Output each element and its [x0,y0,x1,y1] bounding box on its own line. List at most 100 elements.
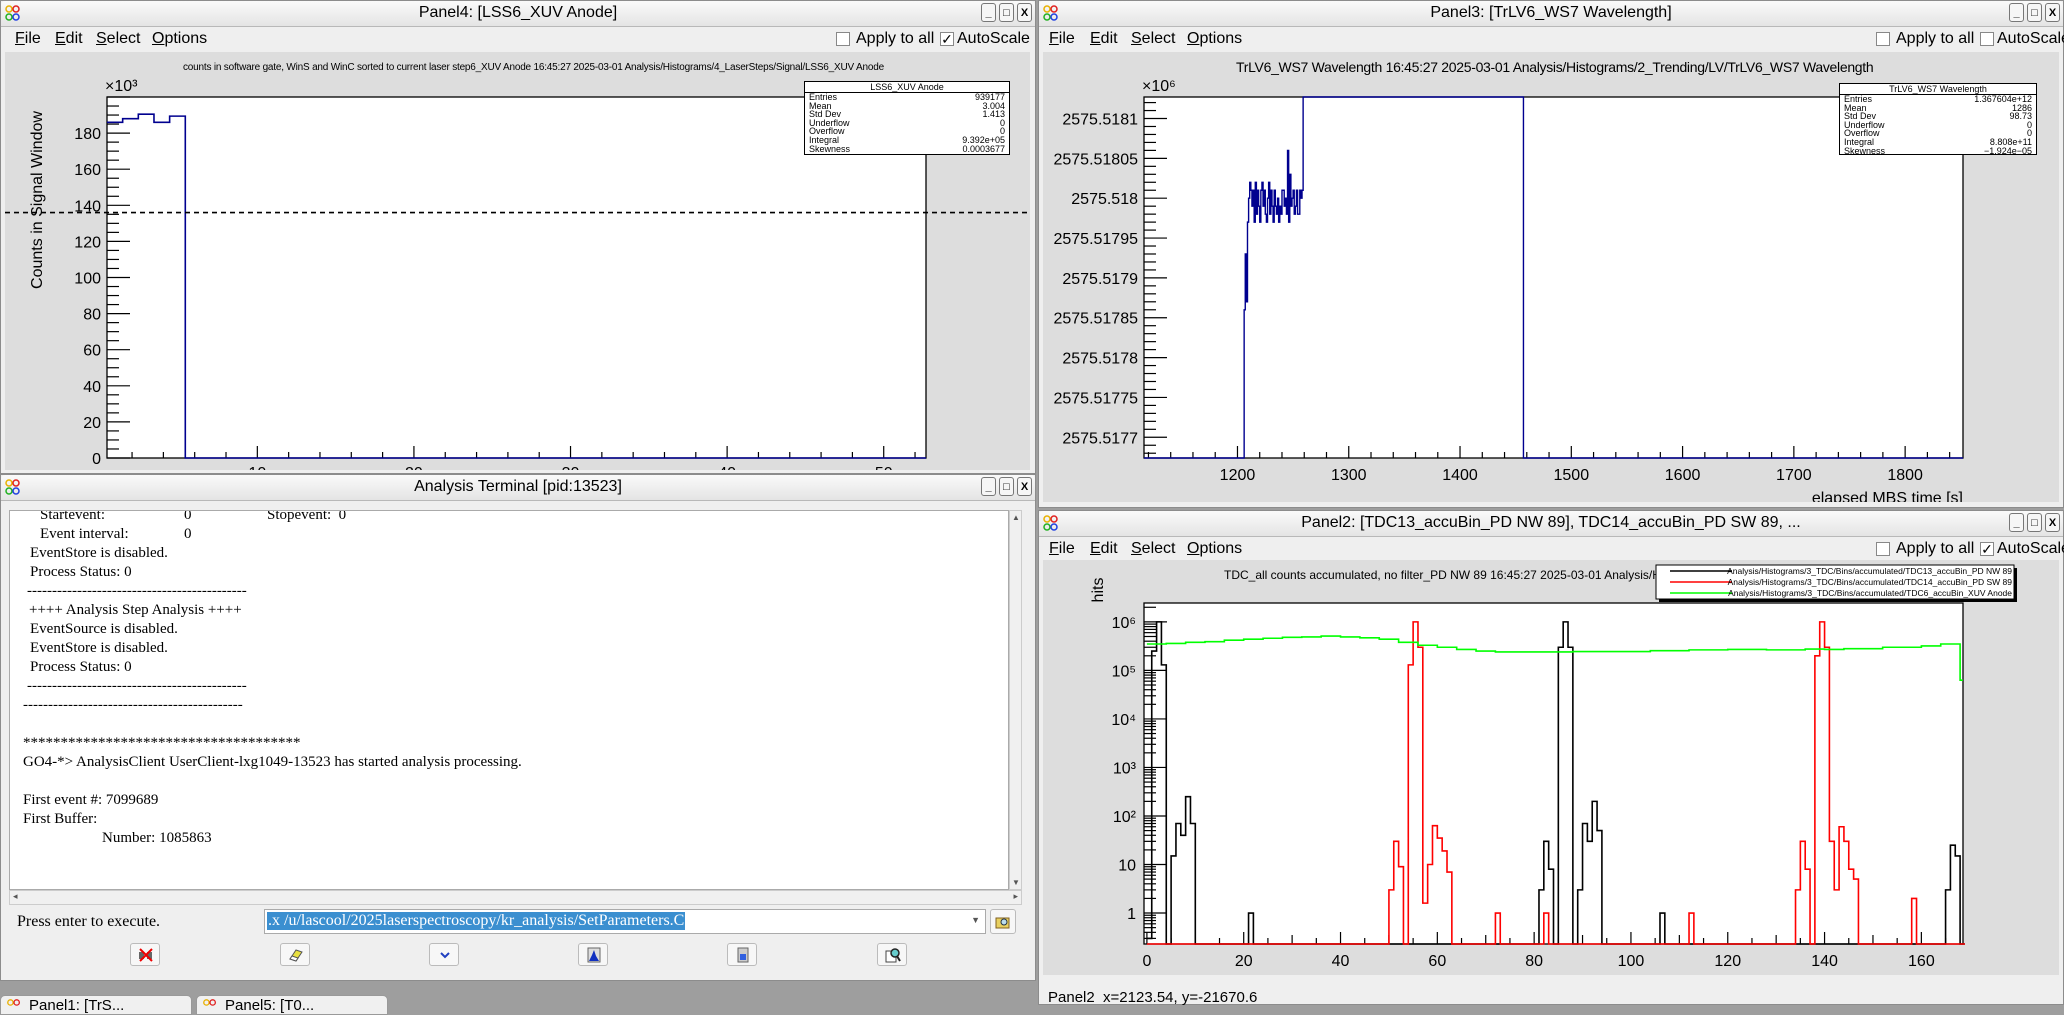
browse-macro-button[interactable] [990,909,1016,934]
x-axis-label: elapsed MBS time [s] [1812,490,1963,502]
terminal-line-field: Event interval: [40,526,129,542]
maximize-button[interactable]: □ [2027,3,2042,22]
canvas-title: counts in software gate, WinS and WinC s… [183,62,884,73]
minimize-button[interactable]: _ [2009,3,2024,22]
menu-edit[interactable]: Edit [1090,540,1118,558]
autoscale-checkbox[interactable]: ✓ [940,32,954,46]
y-multiplier-label: ×10³ [105,78,138,95]
command-input[interactable]: .x /u/lascool/2025laserspectroscopy/kr_a… [267,912,686,930]
menu-options[interactable]: Options [1187,540,1242,558]
close-button[interactable]: X [2045,3,2060,22]
inspect-button[interactable] [877,943,907,966]
menu-file[interactable]: File [1049,540,1075,558]
minimized-title: Panel5: [T0... [225,997,315,1014]
terminal-line: Number: 1085863 [102,830,212,846]
menu-select[interactable]: Select [1131,30,1175,48]
autoscale-label: AutoScale [1997,540,2064,557]
minimize-button[interactable]: _ [981,3,996,22]
window-title: Panel2: [TDC13_accuBin_PD NW 89], TDC14_… [1301,514,1801,531]
x-tick-label: 160 [1908,953,1935,970]
panel4-titlebar[interactable]: Panel4: [LSS6_XUV Anode] _ □ X [1,1,1035,27]
y-tick-label: 80 [83,307,101,324]
x-tick-label: 60 [1428,953,1446,970]
apply-to-all-checkbox[interactable] [836,32,850,46]
menu-edit[interactable]: Edit [1090,30,1118,48]
panel2-canvas[interactable]: 0 20 40 60 80 100 120 140 160 1 10 10² 10³ 10⁴ 10⁵ 10⁶ h… [1043,560,2059,992]
menu-select[interactable]: Select [96,30,140,48]
minimize-button[interactable]: _ [981,477,996,496]
stats-box[interactable]: LSS6_XUV Anode Entries 939177 Mean 3.004 Std … [804,81,1010,155]
window-title: Panel4: [LSS6_XUV Anode] [418,4,618,21]
panel3-menubar: File Edit Select Options Apply to all Au… [1039,27,2064,52]
print-button[interactable] [727,943,757,966]
terminal-output[interactable]: Startevent: 0 Stopevent: 0 Event interval: 0… [9,510,1009,890]
terminal-titlebar[interactable]: Analysis Terminal [pid:13523] _ □ X [1,475,1035,501]
stats-box[interactable]: TrLV6_WS7 Wavelength Entries 1.367604e+12 M… [1839,83,2037,155]
terminal-line: First Buffer: [23,811,98,827]
chevron-down-icon[interactable]: ▼ [971,915,980,925]
close-button[interactable]: X [1017,477,1032,496]
minimized-panel1[interactable]: Panel1: [TrS... [0,995,192,1015]
legend-label: Analysis/Histograms/3_TDC/Bins/accumulat… [1728,577,2013,587]
apply-to-all-label: Apply to all [856,30,935,47]
y-tick-label: 10³ [1113,760,1137,777]
command-combobox[interactable]: .x /u/lascool/2025laserspectroscopy/kr_a… [264,909,986,934]
maximize-button[interactable]: □ [999,477,1014,496]
autoscale-checkbox[interactable] [1980,32,1994,46]
status-bar: Panel2 x=2123.54, y=-21670.6 [1048,989,1258,1006]
horizontal-scrollbar[interactable]: ◂ ▸ [9,890,1022,905]
menu-select[interactable]: Select [1131,540,1175,558]
terminal-line: Process Status: 0 [30,659,132,675]
y-axis-label: Counts in Signal Window [29,111,46,289]
close-button[interactable]: X [2045,513,2060,532]
panel4-canvas[interactable]: 1020304050020406080100120140160180×10³Co… [5,52,1030,482]
minimized-panel5[interactable]: Panel5: [T0... [196,995,388,1015]
stats-row: Skewness −1.924e−05 [1840,145,2036,156]
stats-value: −1.924e−05 [1983,145,2032,156]
y-tick-label: 2575.5179 [1062,271,1138,288]
terminal-line: ----------------------------------------… [27,678,247,694]
apply-to-all-checkbox[interactable] [1876,542,1890,556]
canvas-title: TrLV6_WS7 Wavelength 16:45:27 2025-03-01… [1236,59,1874,75]
terminal-line: ************************************* [23,735,301,751]
histogram-button[interactable] [578,943,608,966]
x-tick-label: 1600 [1665,467,1701,484]
y-tick-label: 2575.518 [1071,191,1138,208]
menu-file[interactable]: File [1049,30,1075,48]
clear-macro-button[interactable] [130,943,160,966]
stats-row: Entries 1.367604e+12 [1840,95,2036,104]
y-axis-label: hits [1090,578,1107,603]
menu-options[interactable]: Options [1187,30,1242,48]
x-tick-label: 1800 [1887,467,1923,484]
terminal-line-field: Stopevent: 0 [267,510,347,523]
terminal-line: First event #: 7099689 [23,792,159,808]
minimize-button[interactable]: _ [2009,513,2024,532]
x-tick-label: 80 [1525,953,1543,970]
close-button[interactable]: X [1017,3,1032,22]
menu-options[interactable]: Options [152,30,207,48]
vertical-scrollbar[interactable]: ▲ ▼ [1009,510,1022,890]
x-tick-label: 120 [1714,953,1741,970]
panel3-canvas[interactable]: 1200 1300 1400 1500 1600 1700 1800 2575.5177 257… [1043,52,2059,507]
maximize-button[interactable]: □ [999,3,1014,22]
y-tick-label: 1 [1127,906,1136,923]
legend-label: Analysis/Histograms/3_TDC/Bins/accumulat… [1728,588,2012,598]
stats-row: Skewness 0.0003677 [805,144,1009,154]
x-tick-label: 100 [1618,953,1645,970]
x-tick-label: 40 [1332,953,1350,970]
legend-label: Analysis/Histograms/3_TDC/Bins/accumulat… [1727,566,2012,576]
autoscale-checkbox[interactable]: ✓ [1980,542,1994,556]
y-tick-label: 60 [83,343,101,360]
scroll-end-button[interactable] [429,943,459,966]
menu-file[interactable]: File [15,30,41,48]
terminal-line: EventStore is disabled. [30,640,168,656]
folder-search-icon [995,917,1010,929]
clear-output-button[interactable] [280,943,310,966]
menu-edit[interactable]: Edit [55,30,83,48]
panel2-titlebar[interactable]: Panel2: [TDC13_accuBin_PD NW 89], TDC14_… [1039,511,2063,537]
y-tick-label: 10⁵ [1112,663,1136,680]
x-tick-label: 0 [1142,953,1151,970]
apply-to-all-checkbox[interactable] [1876,32,1890,46]
maximize-button[interactable]: □ [2027,513,2042,532]
panel3-titlebar[interactable]: Panel3: [TrLV6_WS7 Wavelength] _ □ X [1039,1,2063,27]
